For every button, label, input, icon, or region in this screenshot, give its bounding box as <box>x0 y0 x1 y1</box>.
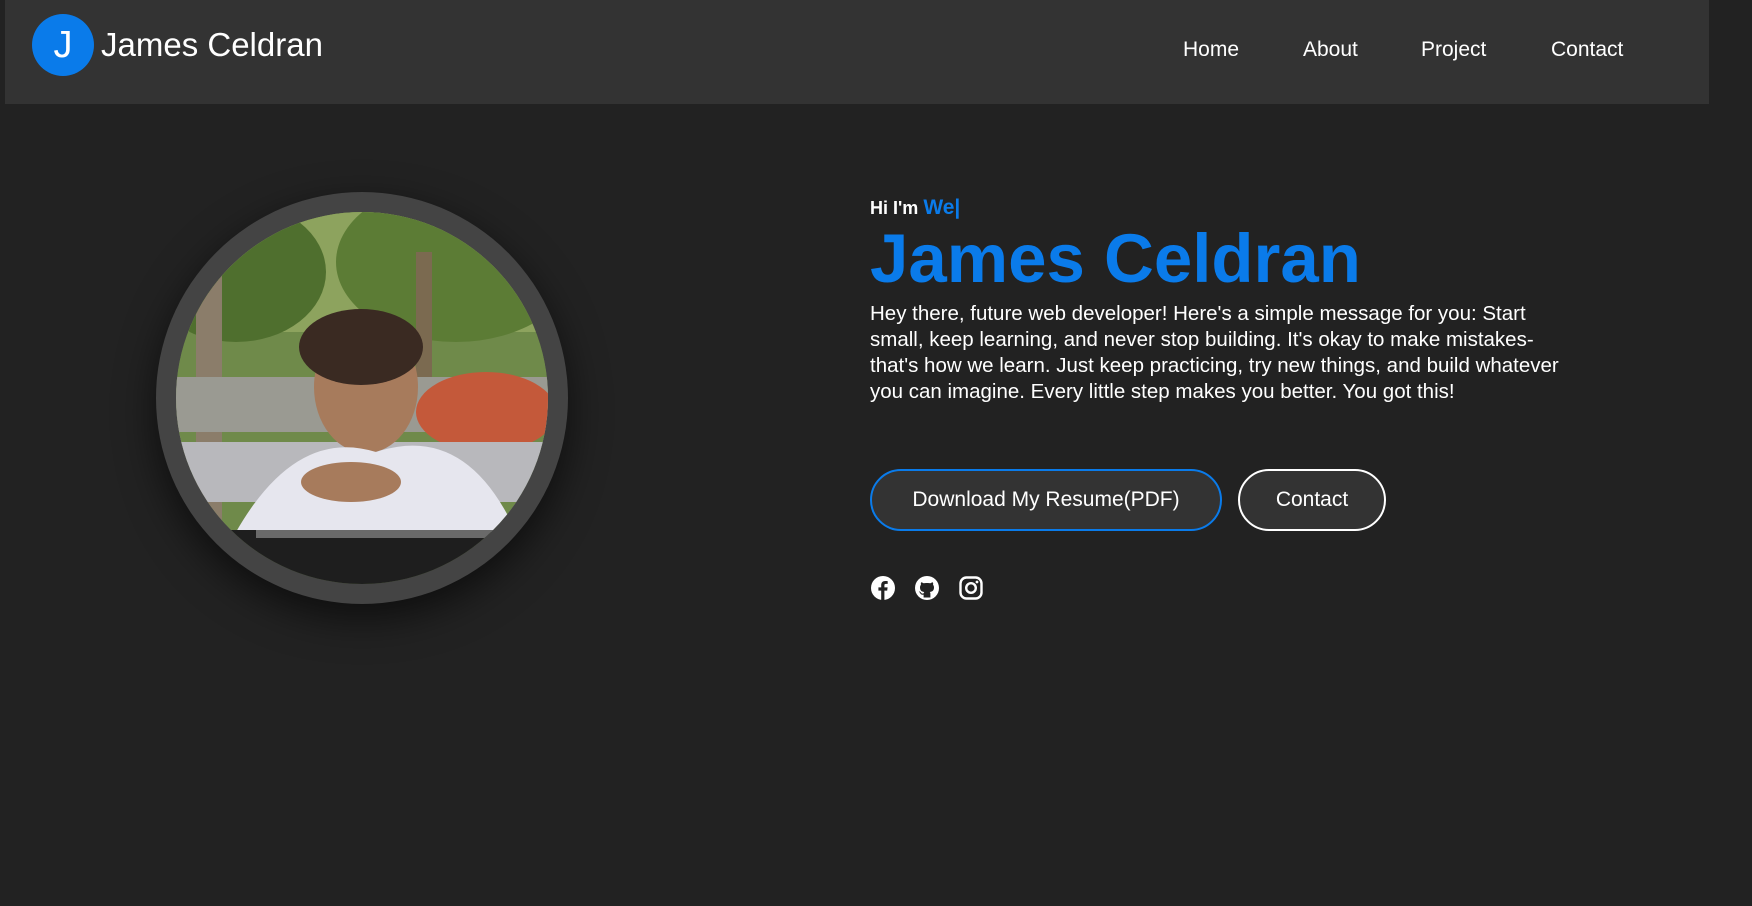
greeting-prefix: Hi I'm <box>870 198 919 218</box>
profile-photo-frame <box>156 192 568 604</box>
download-resume-button[interactable]: Download My Resume(PDF) <box>870 469 1222 531</box>
nav-contact-link[interactable]: Contact <box>1551 38 1623 62</box>
contact-button[interactable]: Contact <box>1238 469 1386 531</box>
page-edge <box>1709 0 1752 906</box>
logo-letter: J <box>53 23 73 66</box>
hero-buttons: Download My Resume(PDF) Contact <box>870 469 1570 531</box>
facebook-icon[interactable] <box>870 575 896 601</box>
brand-name[interactable]: James Celdran <box>101 26 323 64</box>
typed-text: We| <box>923 196 961 219</box>
instagram-icon[interactable] <box>958 575 984 601</box>
github-icon[interactable] <box>914 575 940 601</box>
hero-name: James Celdran <box>870 220 1361 297</box>
nav-project-link[interactable]: Project <box>1421 38 1486 62</box>
social-links <box>870 575 1070 601</box>
profile-photo <box>176 212 548 584</box>
hero-section: Hi I'm We| James Celdran Hey there, futu… <box>870 196 1570 600</box>
greeting: Hi I'm We| <box>870 196 1570 220</box>
nav-home-link[interactable]: Home <box>1183 38 1239 62</box>
profile-photo-illustration <box>176 212 548 584</box>
logo-badge[interactable]: J <box>32 14 94 76</box>
navbar: J James Celdran Home About Project Conta… <box>5 0 1709 104</box>
nav-about-link[interactable]: About <box>1303 38 1358 62</box>
hero-message: Hey there, future web developer! Here's … <box>870 302 1559 403</box>
